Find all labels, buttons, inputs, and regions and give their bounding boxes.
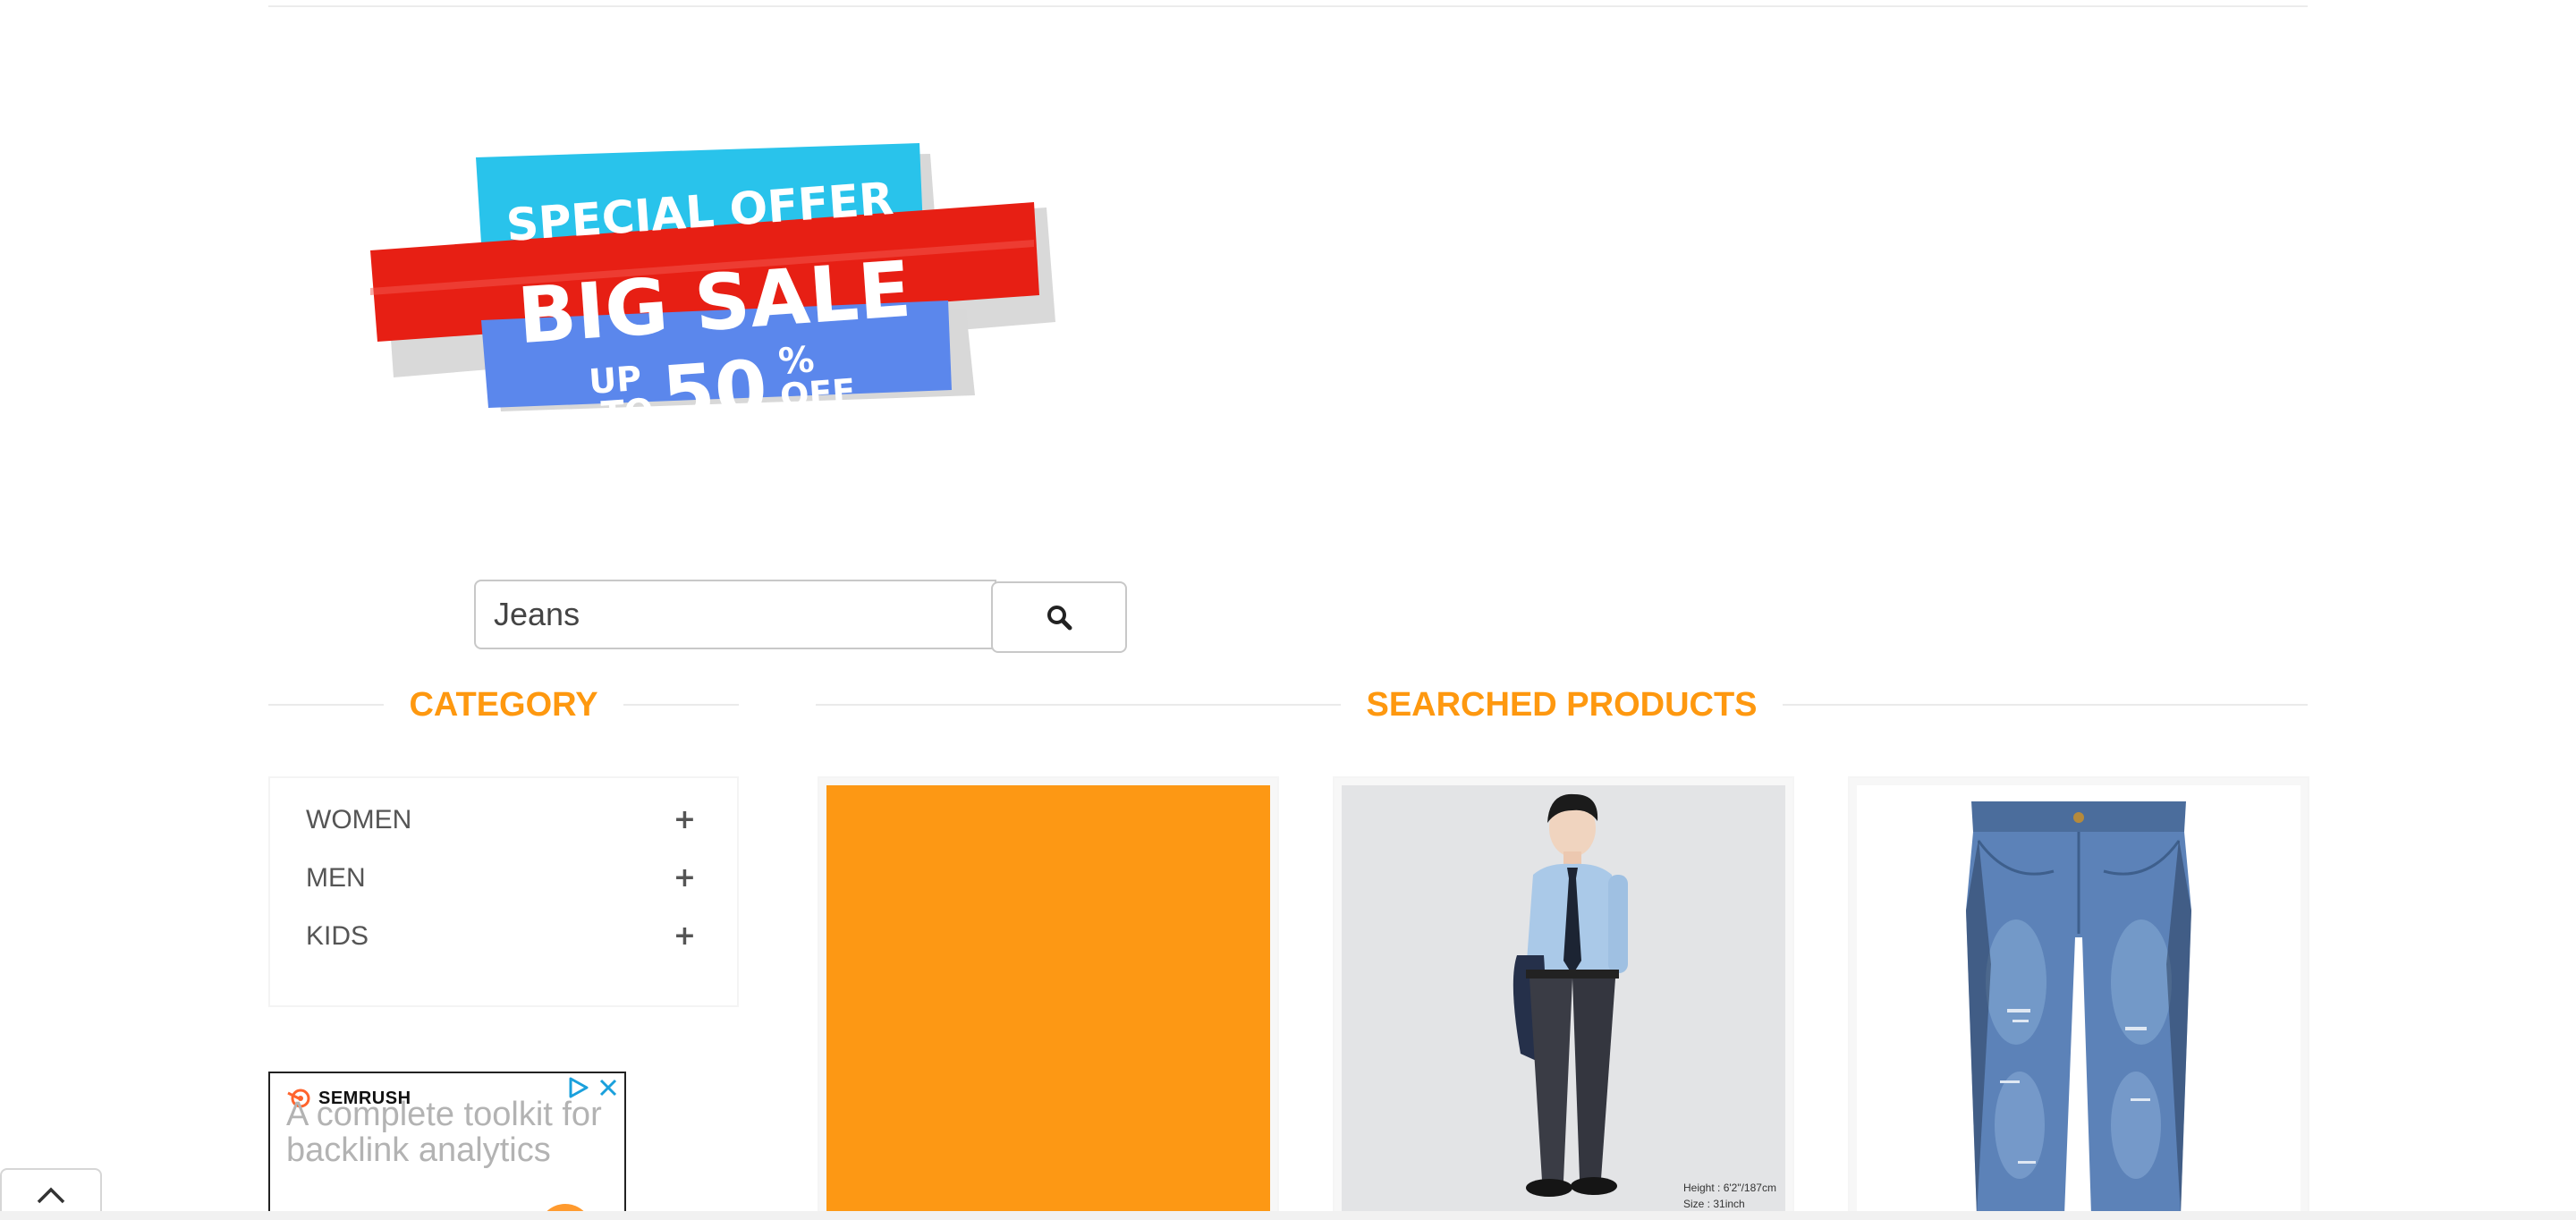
category-item-label: MEN: [306, 862, 366, 893]
model-photo: Height : 6'2"/187cm Size : 31inch: [1342, 785, 1785, 1215]
promo-banner[interactable]: SPECIAL OFFER BIG SALE UP TO 50 % OFF: [358, 143, 1073, 483]
product-card[interactable]: [818, 776, 1279, 1220]
product-card[interactable]: [1848, 776, 2309, 1220]
product-image-orange: [826, 785, 1270, 1215]
category-title: CATEGORY: [409, 685, 598, 724]
sale-banner-graphic: SPECIAL OFFER BIG SALE UP TO 50 % OFF: [370, 143, 1055, 438]
heading-rule-left: [816, 704, 1342, 706]
expand-plus-icon[interactable]: +: [674, 862, 696, 894]
expand-plus-icon[interactable]: +: [674, 920, 696, 952]
expand-plus-icon[interactable]: +: [674, 804, 696, 835]
product-card[interactable]: Height : 6'2"/187cm Size : 31inch: [1333, 776, 1794, 1220]
jeans-photo: [1857, 785, 2301, 1215]
banner-to: TO: [600, 391, 655, 434]
category-item-label: KIDS: [306, 920, 369, 951]
category-heading: CATEGORY: [268, 680, 739, 730]
search-button[interactable]: [991, 581, 1127, 653]
banner-amount: 50: [659, 343, 769, 438]
heading-rule-left: [268, 704, 385, 706]
ad-headline: A complete toolkit for backlink analytic…: [286, 1096, 602, 1169]
bottom-bar: [0, 1211, 2576, 1220]
search-input[interactable]: [474, 580, 996, 649]
product-caption-height: Height : 6'2"/187cm: [1683, 1182, 1776, 1194]
advertisement[interactable]: SEMRUSH A complete toolkit for backlink …: [268, 1072, 626, 1220]
banner-off: OFF: [779, 371, 857, 416]
products-title: SEARCHED PRODUCTS: [1366, 685, 1758, 724]
product-caption-size: Size : 31inch: [1683, 1198, 1745, 1210]
product-image-model: Height : 6'2"/187cm Size : 31inch: [1342, 785, 1785, 1215]
category-panel: WOMEN + MEN + KIDS +: [268, 776, 739, 1007]
chevron-up-icon: [37, 1187, 65, 1204]
search-icon: [1047, 606, 1072, 631]
category-item-kids[interactable]: KIDS +: [270, 907, 737, 965]
header-divider: [268, 5, 2308, 7]
category-item-men[interactable]: MEN +: [270, 849, 737, 907]
heading-rule-right: [1782, 704, 2309, 706]
products-heading: SEARCHED PRODUCTS: [816, 680, 2309, 730]
category-item-women[interactable]: WOMEN +: [270, 791, 737, 849]
product-image-jeans: [1857, 785, 2301, 1215]
page: SPECIAL OFFER BIG SALE UP TO 50 % OFF CA…: [0, 0, 2576, 1220]
category-item-label: WOMEN: [306, 804, 412, 835]
heading-rule-right: [623, 704, 739, 706]
